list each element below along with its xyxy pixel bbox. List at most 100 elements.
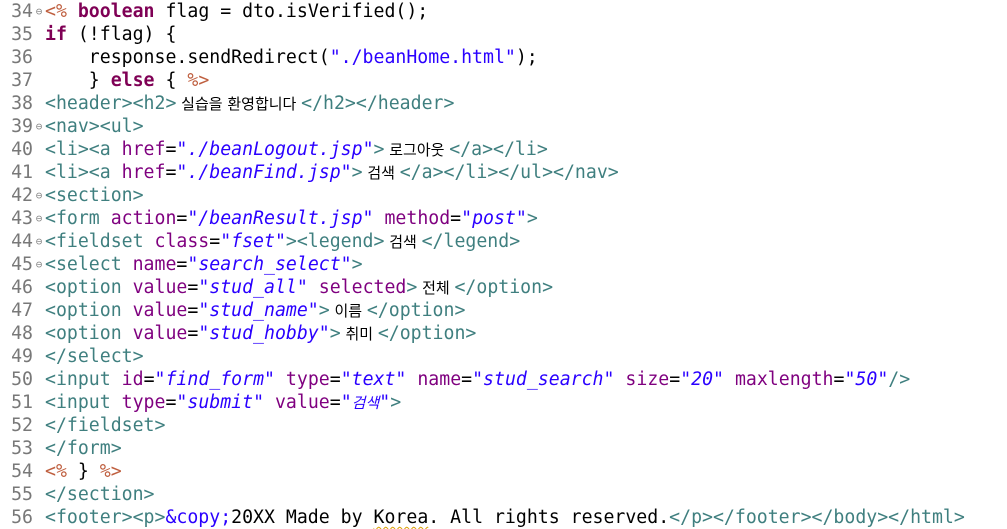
code-line[interactable]: 52 </fieldset> — [0, 414, 165, 437]
code-text: </section> — [45, 484, 155, 505]
code-line[interactable]: 46 <option value="stud_all" selected> 전체 … — [0, 276, 553, 299]
code-token: = — [176, 208, 188, 229]
fold-toggle-icon[interactable]: ⊖ — [33, 115, 45, 138]
line-number: 35 — [11, 24, 33, 45]
code-line[interactable]: 49 </select> — [0, 345, 144, 368]
line-number: 46 — [11, 277, 33, 298]
code-line[interactable]: 38 <header><h2> 실습을 환영합니다 </h2></header> — [0, 92, 454, 115]
code-token: name — [417, 369, 462, 390]
fold-toggle-icon[interactable]: ⊖ — [33, 253, 45, 276]
code-token: } — [45, 70, 111, 91]
code-text: <nav><ul> — [45, 116, 144, 137]
code-line[interactable]: 55 </section> — [0, 483, 155, 506]
code-token: { — [154, 70, 188, 91]
line-number: 40 — [11, 139, 33, 160]
line-number: 56 — [11, 507, 33, 528]
code-token: /> — [888, 369, 911, 390]
code-line[interactable]: 40 <li><a href="./beanLogout.jsp"> 로그아웃 <… — [0, 138, 548, 161]
code-token: </legend> — [421, 231, 521, 252]
code-token: <fieldset — [45, 231, 155, 252]
code-line[interactable]: 42 ⊖ <section> — [0, 184, 144, 207]
code-token: 20XX Made by — [231, 507, 374, 528]
code-line[interactable]: 47 <option value="stud_name"> 이름 </option… — [0, 299, 465, 322]
code-token: </a></li> — [449, 139, 548, 160]
code-line[interactable]: 36 response.sendRedirect("./beanHome.htm… — [0, 46, 538, 69]
code-line[interactable]: 44 ⊖ <fieldset class="fset"><legend> 검색 </… — [0, 230, 520, 253]
code-token: boolean — [77, 1, 155, 22]
fold-toggle-icon[interactable]: ⊖ — [33, 184, 45, 207]
code-text: <option value="stud_name"> 이름 </option> — [45, 300, 465, 321]
line-number: 37 — [11, 70, 33, 91]
code-line[interactable]: 48 <option value="stud_hobby"> 취미 </optio… — [0, 322, 476, 345]
line-number: 54 — [11, 461, 33, 482]
code-token: <section> — [45, 185, 144, 206]
line-number: 49 — [11, 346, 33, 367]
code-token: "search_select" — [187, 254, 352, 275]
fold-toggle-icon[interactable]: ⊖ — [33, 230, 45, 253]
code-token: action — [110, 208, 177, 229]
code-token: <option — [45, 277, 133, 298]
code-token: = — [450, 208, 462, 229]
code-token: class — [154, 231, 210, 252]
fold-toggle-icon[interactable]: ⊖ — [33, 0, 45, 23]
code-token: href — [121, 162, 166, 183]
code-token: <option — [45, 323, 133, 344]
code-token: = — [461, 369, 473, 390]
code-token: 검색 — [351, 394, 380, 412]
code-line[interactable]: 51 <input type="submit" value="검색"> — [0, 391, 401, 414]
code-token: > — [526, 208, 538, 229]
code-line[interactable]: 50 <input id="find_form" type="text" name… — [0, 368, 910, 391]
code-text: </form> — [45, 438, 122, 459]
code-token: </option> — [454, 277, 554, 298]
code-token: = — [187, 300, 199, 321]
fold-toggle-icon[interactable]: ⊖ — [33, 207, 45, 230]
code-token: <footer><p> — [45, 507, 166, 528]
code-token: </fieldset> — [45, 415, 166, 436]
code-token: response.sendRedirect( — [45, 47, 330, 68]
line-number: 53 — [11, 438, 33, 459]
code-text: <option value="stud_hobby"> 취미 </option> — [45, 323, 476, 344]
code-editor[interactable]: 34 ⊖ <% boolean flag = dto.isVerified(); 35… — [0, 0, 1007, 529]
code-text: <% boolean flag = dto.isVerified(); — [45, 1, 428, 22]
code-text: </fieldset> — [45, 415, 165, 436]
line-number: 39 — [11, 116, 33, 137]
line-number: 51 — [11, 392, 33, 413]
code-token: "stud_hobby" — [198, 323, 330, 344]
code-text: if (!flag) { — [45, 24, 176, 45]
code-token: = — [165, 139, 177, 160]
code-token: = — [329, 369, 341, 390]
code-line[interactable]: 34 ⊖ <% boolean flag = dto.isVerified(); — [0, 0, 428, 23]
code-token: type — [285, 369, 330, 390]
code-token: "20" — [680, 369, 724, 390]
code-line[interactable]: 43 ⊖ <form action="/beanResult.jsp" method… — [0, 207, 538, 230]
code-token: = — [187, 277, 199, 298]
code-token: value — [132, 277, 188, 298]
code-token: = — [176, 254, 188, 275]
code-token: "./beanFind.jsp" — [176, 162, 352, 183]
code-line[interactable]: 53 </form> — [0, 437, 122, 460]
code-text: <% } %> — [45, 461, 122, 482]
code-token: ); — [515, 47, 538, 68]
line-number: 47 — [11, 300, 33, 321]
code-token: " — [340, 392, 352, 413]
code-token: = — [329, 392, 341, 413]
code-text: </select> — [45, 346, 144, 367]
code-line[interactable]: 56 <footer><p>&copy;20XX Made by Korea. A… — [0, 506, 965, 529]
code-token: "stud_search" — [472, 369, 615, 390]
code-token: > — [351, 162, 363, 183]
code-line[interactable]: 45 ⊖ <select name="search_select"> — [0, 253, 362, 276]
line-number: 45 — [11, 254, 33, 275]
code-text: <header><h2> 실습을 환영합니다 </h2></header> — [45, 93, 454, 114]
code-token: "/beanResult.jsp" — [187, 208, 374, 229]
code-text: <footer><p>&copy;20XX Made by Korea. All… — [45, 507, 965, 528]
code-line[interactable]: 37 } else { %> — [0, 69, 209, 92]
code-token: "stud_name" — [198, 300, 319, 321]
code-line[interactable]: 41 <li><a href="./beanFind.jsp"> 검색 </a><… — [0, 161, 619, 184]
code-line[interactable]: 35 if (!flag) { — [0, 23, 176, 46]
line-number: 48 — [11, 323, 33, 344]
code-token: <form — [45, 208, 111, 229]
code-line[interactable]: 54 <% } %> — [0, 460, 122, 483]
code-line[interactable]: 39 ⊖ <nav><ul> — [0, 115, 144, 138]
